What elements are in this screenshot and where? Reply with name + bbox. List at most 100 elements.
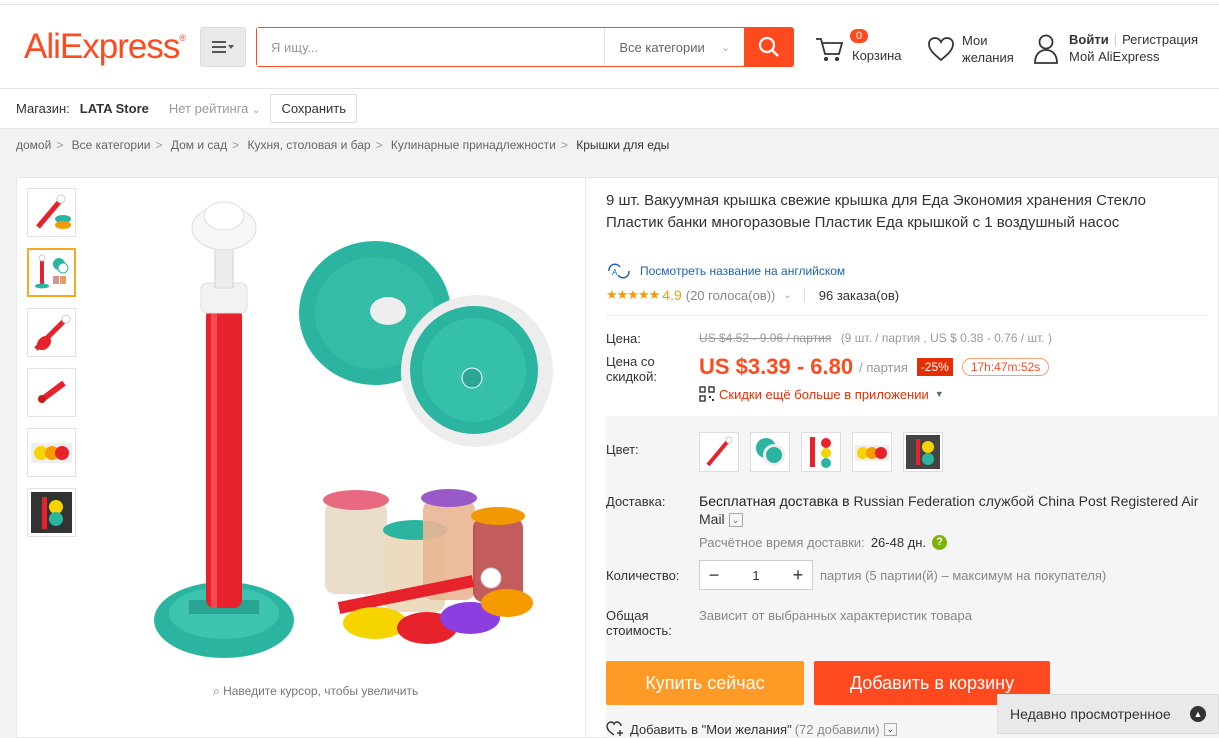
add-to-wishlist-link[interactable]: Добавить в "Мои желания" (72 добавили) ⌄: [606, 721, 898, 737]
recently-viewed-label: Недавно просмотренное: [1010, 706, 1171, 722]
translate-icon: A: [608, 263, 630, 279]
total-value: Зависит от выбранных характеристик товар…: [699, 608, 972, 623]
user-icon[interactable]: [1033, 33, 1059, 65]
magnifier-icon: ⌕: [213, 684, 220, 698]
chevron-down-icon: ⌄: [252, 105, 261, 116]
breadcrumb-all-categories[interactable]: Все категории: [72, 138, 151, 152]
discount-price-label-2: скидкой:: [606, 369, 657, 384]
chevron-down-icon[interactable]: ⌄: [783, 290, 791, 301]
old-price: US $4.52 - 9.06 / партия: [699, 331, 832, 345]
countdown-timer: 17h:47m:52s: [961, 358, 1050, 376]
color-swatch-1[interactable]: [699, 432, 739, 472]
cart-link[interactable]: 0 Корзина: [814, 29, 902, 64]
thumbnail-5[interactable]: [27, 428, 76, 477]
color-swatch-2[interactable]: [750, 432, 790, 472]
zoom-hint-text: Наведите курсор, чтобы увеличить: [223, 684, 419, 698]
total-label: Общая стоимость:: [606, 608, 672, 638]
color-swatch-3[interactable]: [801, 432, 841, 472]
old-price-detail: (9 шт. / партия , US $ 0.38 - 0.76 / шт.…: [840, 331, 1052, 345]
categories-menu-button[interactable]: [200, 27, 246, 67]
store-name[interactable]: LATA Store: [80, 101, 149, 116]
site-header: AliExpress® Все категории ⌄ 0 Корзина: [0, 5, 1219, 89]
thumbnail-4[interactable]: [27, 368, 76, 417]
color-label: Цвет:: [606, 442, 639, 457]
app-discount-text: Скидки ещё больше в приложении: [719, 386, 929, 402]
rating-value: 4.9: [662, 287, 682, 303]
discount-price-label: Цена со скидкой:: [606, 354, 657, 384]
store-bar: Магазин: LATA Store Нет рейтинга ⌄ Сохра…: [0, 89, 1219, 129]
cart-icon: [816, 37, 844, 61]
search-bar: Все категории ⌄: [256, 27, 794, 67]
search-icon: [758, 36, 779, 57]
ship-time-label: Расчётное время доставки:: [699, 535, 865, 550]
help-icon[interactable]: ?: [932, 535, 948, 550]
chevron-down-icon: ⌄: [720, 41, 731, 54]
new-price-row: US $3.39 - 6.80 / партия -25% 17h:47m:52…: [699, 354, 1050, 380]
orders-count: 96 заказа(ов): [818, 287, 900, 303]
breadcrumb-current: Крышки для еды: [576, 138, 670, 152]
thumbnail-3[interactable]: [27, 308, 76, 357]
product-title: 9 шт. Вакуумная крышка свежие крышка для…: [606, 192, 1147, 231]
translate-link[interactable]: A Посмотреть название на английском: [606, 263, 845, 279]
quantity-value[interactable]: 1: [728, 568, 784, 583]
save-store-button[interactable]: Сохранить: [270, 94, 358, 123]
chevron-down-icon[interactable]: ⌄: [883, 722, 898, 736]
minus-button[interactable]: −: [700, 565, 728, 586]
logo-text: AliExpress: [24, 27, 180, 66]
quantity-stepper: − 1 +: [699, 560, 813, 590]
color-swatches: [699, 432, 954, 472]
quantity-label: Количество:: [606, 568, 680, 583]
color-swatch-5[interactable]: [903, 432, 943, 472]
shipping-dropdown-icon[interactable]: ⌄: [728, 513, 743, 528]
per-lot: / партия: [859, 359, 908, 375]
rating-stars-icon: ★★★★★: [606, 287, 660, 302]
chevron-up-icon: ▲: [1190, 706, 1206, 722]
recently-viewed-panel[interactable]: Недавно просмотренное ▲: [997, 694, 1219, 734]
discount-badge: -25%: [916, 358, 953, 376]
main-product-image[interactable]: [127, 188, 567, 668]
heart-icon: [928, 37, 954, 62]
rating-row: ★★★★★ 4.9 (20 голоса(ов)) ⌄ 96 заказа(ов…: [606, 287, 899, 303]
thumbnail-2[interactable]: [27, 248, 76, 297]
app-discount-link[interactable]: Скидки ещё больше в приложении ▼: [699, 386, 944, 402]
wishlist-add-text: Добавить в "Мои желания": [630, 721, 792, 737]
rating-divider: [803, 288, 805, 302]
my-aliexpress-link[interactable]: Мой AliExpress: [1069, 48, 1198, 65]
shipping-info: Бесплатная доставка в Russian Federation…: [699, 492, 1199, 528]
total-label-2: стоимость:: [606, 623, 672, 638]
product-card: ⌕ Наведите курсор, чтобы увеличить 9 шт.…: [16, 177, 1219, 738]
register-link[interactable]: Регистрация: [1122, 32, 1198, 47]
color-swatch-4[interactable]: [852, 432, 892, 472]
wishlist-count: (72 добавили): [794, 721, 880, 737]
store-rating[interactable]: Нет рейтинга ⌄: [169, 101, 261, 116]
search-button[interactable]: [744, 28, 794, 66]
search-input[interactable]: [257, 28, 605, 66]
login-link[interactable]: Войти: [1069, 32, 1109, 47]
translate-link-text: Посмотреть название на английском: [640, 264, 846, 278]
thumbnail-1[interactable]: [27, 188, 76, 237]
breadcrumb-kitchen[interactable]: Кухня, столовая и бар: [247, 138, 370, 152]
hamburger-icon: [212, 41, 234, 53]
price-label: Цена:: [606, 331, 641, 346]
wishlist-label-1: Мои: [962, 33, 988, 48]
breadcrumb-cookware[interactable]: Кулинарные принадлежности: [391, 138, 556, 152]
wishlist-link[interactable]: Мои желания: [926, 32, 1014, 66]
zoom-hint: ⌕ Наведите курсор, чтобы увеличить: [213, 684, 418, 699]
qr-code-icon: [699, 386, 715, 402]
plus-button[interactable]: +: [784, 565, 812, 586]
buy-now-button[interactable]: Купить сейчас: [606, 661, 804, 705]
options-panel: Цвет: Доставка: Бесплатная доставка в Ru…: [606, 416, 1219, 738]
breadcrumb-home-garden[interactable]: Дом и сад: [171, 138, 227, 152]
votes-count[interactable]: (20 голоса(ов)): [686, 288, 776, 303]
category-select[interactable]: Все категории ⌄: [604, 28, 744, 66]
caret-down-icon: ▼: [934, 389, 944, 399]
breadcrumb-home[interactable]: домой: [16, 138, 51, 152]
thumbnail-6[interactable]: [27, 488, 76, 537]
store-rating-text: Нет рейтинга: [168, 101, 249, 116]
category-select-label: Все категории: [619, 39, 705, 55]
divider: [606, 315, 1206, 316]
thumbnail-list: [27, 188, 76, 548]
old-price-row: US $4.52 - 9.06 / партия (9 шт. / партия…: [699, 331, 1052, 345]
wishlist-label-2: желания: [962, 50, 1014, 65]
aliexpress-logo[interactable]: AliExpress®: [24, 27, 186, 67]
